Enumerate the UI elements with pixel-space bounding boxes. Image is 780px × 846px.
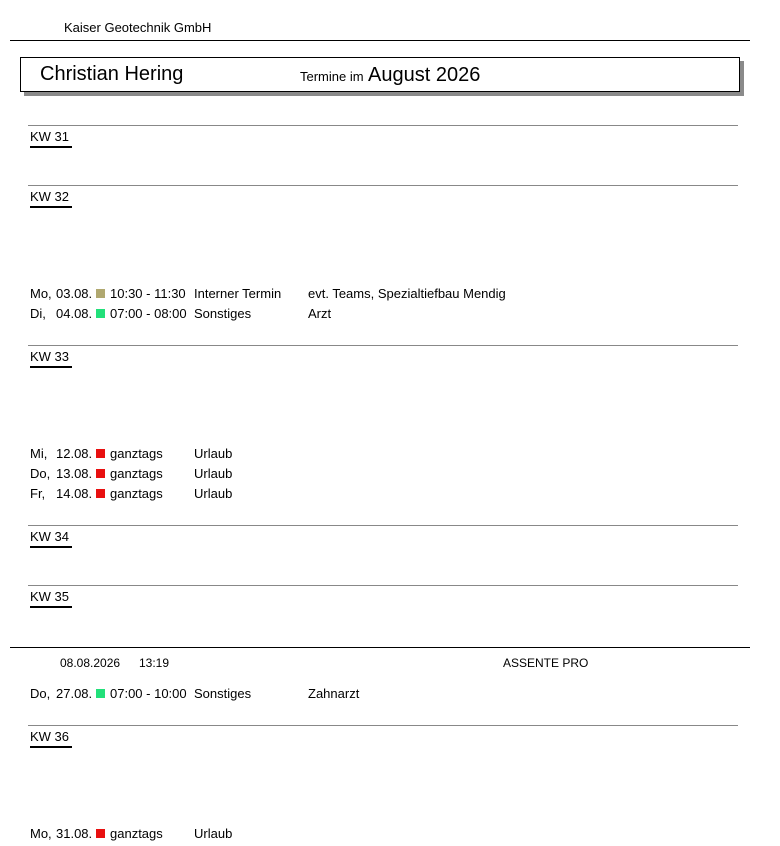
appointment-type: Sonstiges <box>194 306 252 321</box>
appointment-description: Arzt <box>308 306 332 321</box>
category-color-swatch <box>96 689 105 698</box>
week-label: KW 36 <box>30 729 72 748</box>
appointment-type: Interner Termin <box>194 286 282 301</box>
appointment-date: 27.08. <box>56 686 93 701</box>
appointment-type: Urlaub <box>194 466 233 481</box>
appointment-row[interactable]: Di, 04.08. 07:00 - 08:00 Sonstiges Arzt <box>30 306 730 326</box>
appointment-weekday: Do, <box>30 686 51 701</box>
appointment-weekday: Di, <box>30 306 46 321</box>
appointment-weekday: Fr, <box>30 486 46 501</box>
bottom-rule <box>10 647 750 648</box>
week-label: KW 33 <box>30 349 72 368</box>
company-name: Kaiser Geotechnik GmbH <box>64 20 212 35</box>
appointment-date: 31.08. <box>56 826 93 841</box>
week-rule <box>28 525 738 526</box>
appointment-date: 12.08. <box>56 446 93 461</box>
appointment-date: 14.08. <box>56 486 93 501</box>
week-rule <box>28 345 738 346</box>
category-color-swatch <box>96 309 105 318</box>
appointment-row[interactable]: Mo, 03.08. 10:30 - 11:30 Interner Termin… <box>30 286 730 306</box>
title-box: Christian Hering Termine im August 2026 <box>20 57 740 92</box>
appointment-type: Urlaub <box>194 826 233 841</box>
appointment-description: Zahnarzt <box>308 686 360 701</box>
week-rule <box>28 185 738 186</box>
appointment-type: Sonstiges <box>194 686 252 701</box>
termine-label: Termine im <box>300 69 364 84</box>
week-label: KW 35 <box>30 589 72 608</box>
top-rule <box>10 40 750 41</box>
appointment-weekday: Mo, <box>30 826 52 841</box>
appointment-description: evt. Teams, Spezialtiefbau Mendig <box>308 286 506 301</box>
appointment-date: 04.08. <box>56 306 93 321</box>
category-color-swatch <box>96 289 105 298</box>
category-color-swatch <box>96 489 105 498</box>
appointment-type: Urlaub <box>194 486 233 501</box>
appointment-type: Urlaub <box>194 446 233 461</box>
person-name: Christian Hering <box>40 63 184 85</box>
appointment-row[interactable]: Do, 13.08. ganztags Urlaub <box>30 466 730 486</box>
appointment-weekday: Mo, <box>30 286 52 301</box>
appointment-date: 13.08. <box>56 466 93 481</box>
appointment-time: ganztags <box>110 446 163 461</box>
appointment-time: 10:30 - 11:30 <box>110 286 186 301</box>
appointment-row[interactable]: Mo, 31.08. ganztags Urlaub <box>30 826 730 846</box>
category-color-swatch <box>96 829 105 838</box>
footer-date: 08.08.2026 <box>60 656 121 670</box>
week-rule <box>28 125 738 126</box>
appointment-time: 07:00 - 08:00 <box>110 306 187 321</box>
week-rule <box>28 725 738 726</box>
week-label: KW 32 <box>30 189 72 208</box>
appointment-time: ganztags <box>110 826 163 841</box>
category-color-swatch <box>96 469 105 478</box>
month-label: August 2026 <box>368 64 481 86</box>
week-rule <box>28 585 738 586</box>
appointment-date: 03.08. <box>56 286 93 301</box>
appointment-row[interactable]: Do, 27.08. 07:00 - 10:00 Sonstiges Zahna… <box>30 686 730 706</box>
category-color-swatch <box>96 449 105 458</box>
appointment-time: 07:00 - 10:00 <box>110 686 187 701</box>
appointment-time: ganztags <box>110 486 163 501</box>
appointment-weekday: Mi, <box>30 446 48 461</box>
appointment-weekday: Do, <box>30 466 51 481</box>
footer-app-name: ASSENTE PRO <box>503 656 589 670</box>
footer-time: 13:19 <box>139 656 170 670</box>
week-label: KW 31 <box>30 129 72 148</box>
appointment-time: ganztags <box>110 466 163 481</box>
appointment-row[interactable]: Mi, 12.08. ganztags Urlaub <box>30 446 730 466</box>
week-label: KW 34 <box>30 529 72 548</box>
month-heading: Termine im August 2026 <box>300 64 480 87</box>
appointment-row[interactable]: Fr, 14.08. ganztags Urlaub <box>30 486 730 506</box>
